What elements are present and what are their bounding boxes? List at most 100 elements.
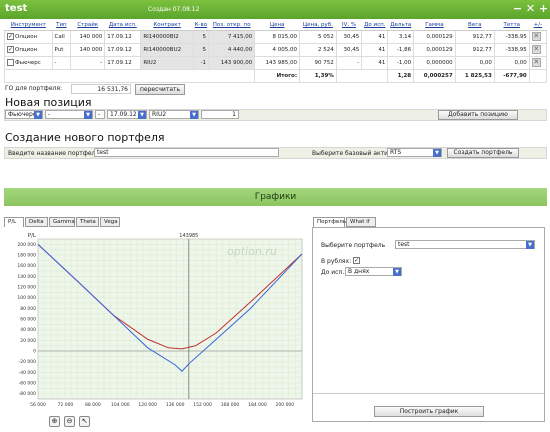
tab-what-if[interactable]: What if [346,217,376,227]
delete-cell[interactable]: ✕ [528,55,548,70]
row-checkbox[interactable]: ✓ [7,46,14,53]
date-cell: 17.09.12 [104,42,142,57]
column-header[interactable]: +/- [529,21,547,31]
column-header[interactable]: Дата исп. [104,21,141,31]
y-tick-label: 140 000 [17,274,36,280]
days-cell: 41 [361,29,389,44]
x-tick-label: 120 000 [138,402,157,408]
price_rub-cell: 5 052 [299,29,337,44]
delete-icon[interactable]: ✕ [531,45,541,54]
zoom-out-icon[interactable]: ⊖ [64,416,75,427]
portfolio-select[interactable]: test ▼ [395,240,535,249]
column-header[interactable]: Тетта [494,21,530,31]
type-cell: - [51,55,72,70]
y-tick-label: 200 000 [17,242,36,248]
column-header[interactable]: К-во [193,21,209,31]
minimize-icon[interactable]: − [511,2,524,15]
tab-pl[interactable]: P/L [4,217,24,227]
column-header[interactable]: IV, % [336,21,362,31]
x-tick-label: 200 000 [276,402,295,408]
column-header[interactable]: Поз. откр. по [208,21,255,31]
charts-header: Графики [4,188,547,206]
row-checkbox[interactable] [7,59,14,66]
positions-table: Инструмент Тип Страйк Дата исп. Контракт К-во… [3,21,548,83]
tab-delta[interactable]: Delta [25,217,48,227]
tab-gamma[interactable]: Gamma [49,217,75,227]
chevron-down-icon: ▼ [190,111,198,119]
column-header[interactable]: Вега [455,21,495,31]
chevron-down-icon: ▼ [433,149,441,157]
column-header[interactable]: Тип [52,21,71,31]
instrument-cell: Фьючерс [4,55,53,70]
column-header[interactable]: Гамма [413,21,456,31]
gamma-cell: 0,000129 [413,42,456,57]
tab-theta[interactable]: Theta [76,217,99,227]
qty-cell: -1 [192,55,210,70]
total-cell: -677,90 [493,68,530,83]
delete-icon[interactable]: ✕ [531,58,541,67]
contract-cell: RI140000BI2 [140,29,194,44]
delta-cell: -1,00 [387,55,415,70]
delta-cell: -1,86 [387,42,415,57]
total-cell: 1 825,53 [454,68,495,83]
column-header[interactable]: Контракт [140,21,194,31]
tab-vega[interactable]: Vega [100,217,120,227]
column-header[interactable]: Дельта [387,21,414,31]
go-value: 16 531,76 [71,84,131,94]
row-checkbox[interactable]: ✓ [7,33,14,40]
portfolio-name-input[interactable]: test [94,148,279,157]
portfolio-title: test [5,3,28,14]
contract-cell: RIU2 [140,55,194,70]
new-portfolio-title: Создание нового портфеля [5,131,165,144]
add-position-button[interactable]: Добавить позицию [438,110,518,120]
date-cell: 17.09.12 [104,55,142,70]
type-select[interactable]: - ▼ [45,110,93,119]
delete-cell[interactable]: ✕ [528,42,548,57]
qty-field[interactable]: 1 [201,110,239,119]
type-cell: Call [51,29,72,44]
column-header[interactable]: До исп. [361,21,388,31]
add-icon[interactable]: + [537,2,550,15]
open-cell: 143 900,00 [208,55,256,70]
price_rub-cell: 90 752 [299,55,337,70]
column-header[interactable]: Цена, руб. [299,21,337,31]
y-tick-label: -80 000 [19,391,37,397]
create-portfolio-button[interactable]: Создать портфель [447,148,519,158]
date-select[interactable]: 17.09.12 ▼ [107,110,147,119]
empty-cell [528,68,548,83]
strike-field[interactable]: - [95,110,105,119]
asset-select[interactable]: RTS ▼ [387,148,442,157]
y-tick-label: -60 000 [19,381,37,387]
expiry-select[interactable]: В днях ▼ [345,267,402,276]
instrument-select[interactable]: Фьючерс ▼ [5,110,43,119]
chart-settings-panel: Выберите портфель test ▼ В рублях: ✓ До и… [312,227,545,422]
total-cell: 0,000257 [413,68,456,83]
column-header[interactable]: Инструмент [4,21,52,31]
delete-cell[interactable]: ✕ [528,29,548,44]
column-header[interactable]: Цена [254,21,300,31]
delete-icon[interactable]: ✕ [531,32,541,41]
contract-select[interactable]: RIU2 ▼ [149,110,199,119]
portfolio-name-label: Введите название портфеля [8,150,100,157]
empty-cell [335,68,389,83]
go-label: ГО для портфеля: [5,85,62,92]
zoom-in-icon[interactable]: ⊕ [49,416,60,427]
close-icon[interactable]: ✕ [524,2,537,15]
rub-checkbox[interactable]: ✓ [353,257,360,264]
rub-label: В рублях: [321,258,352,265]
tab-portfolio[interactable]: Портфель [313,217,346,227]
days-cell: 41 [361,42,389,57]
column-header[interactable]: Страйк [70,21,105,31]
table-row: ✓ Опцион Call 140 000 17.09.12 RI140000BI2 5 7 … [4,29,548,44]
zoom-reset-icon[interactable]: ↖ [79,416,90,427]
recalc-button[interactable]: пересчитать [135,84,185,95]
vega-cell: 0,00 [454,55,495,70]
date-cell: 17.09.12 [104,29,142,44]
x-tick-label: 168 000 [221,402,240,408]
qty-cell: 5 [192,29,210,44]
build-chart-button[interactable]: Построить график [374,406,484,417]
contract-cell: RI140000BU2 [140,42,194,57]
strike-cell: 140 000 [70,29,106,44]
x-tick-label: 104 000 [111,402,130,408]
empty-cell [3,68,256,83]
